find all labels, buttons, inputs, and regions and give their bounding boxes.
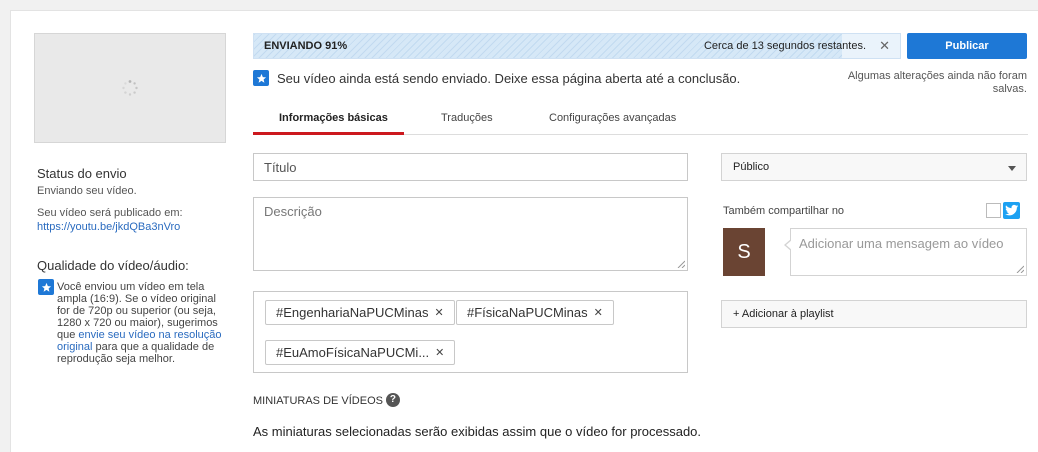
- upload-progress-bar: ENVIANDO 91% Cerca de 13 segundos restan…: [253, 33, 901, 59]
- share-message-input[interactable]: Adicionar uma mensagem ao vídeo: [790, 228, 1027, 276]
- upload-status-title: Status do envio: [37, 166, 127, 181]
- upload-card: Status do envio Enviando seu vídeo. Seu …: [10, 10, 1038, 452]
- title-input[interactable]: Título: [253, 153, 688, 181]
- speech-bubble-tail-inner: [786, 240, 792, 250]
- quality-title: Qualidade do vídeo/áudio:: [37, 258, 189, 273]
- description-placeholder: Descrição: [264, 204, 322, 219]
- tag-chip: #EngenhariaNaPUCMinas ✕: [265, 300, 455, 325]
- star-icon: [253, 70, 269, 86]
- upload-info-message: Seu vídeo ainda está sendo enviado. Deix…: [277, 71, 741, 86]
- thumbnails-section-title: MINIATURAS DE VÍDEOS ?: [253, 392, 400, 407]
- upload-progress-label: ENVIANDO 91%: [264, 40, 348, 52]
- tags-input[interactable]: #EngenhariaNaPUCMinas ✕ #FísicaNaPUCMinas…: [253, 291, 688, 373]
- star-icon: [38, 279, 54, 295]
- privacy-select[interactable]: Público: [721, 153, 1027, 181]
- add-to-playlist-button[interactable]: + Adicionar à playlist: [721, 300, 1027, 328]
- thumbnails-description: As miniaturas selecionadas serão exibida…: [253, 424, 702, 439]
- share-twitter-checkbox[interactable]: [986, 203, 1001, 218]
- tag-chip: #EuAmoFísicaNaPUCMi... ✕: [265, 340, 456, 365]
- tab-translations[interactable]: Traduções: [441, 112, 493, 124]
- privacy-value: Público: [733, 161, 770, 173]
- remove-tag-icon[interactable]: ✕: [594, 306, 603, 319]
- publish-at-label: Seu vídeo será publicado em:: [37, 207, 183, 219]
- twitter-icon[interactable]: [1003, 202, 1020, 219]
- description-textarea[interactable]: Descrição: [253, 197, 688, 271]
- resize-handle-icon[interactable]: [677, 260, 685, 268]
- quality-advice-text: Você enviou um vídeo em tela ampla (16:9…: [57, 281, 222, 365]
- video-url-link[interactable]: https://youtu.be/jkdQBa3nVro: [37, 221, 180, 233]
- details-tabs: Informações básicas Traduções Configuraç…: [253, 109, 1028, 135]
- cancel-upload-close-icon[interactable]: ✕: [879, 38, 890, 54]
- loading-spinner-icon: [122, 80, 138, 96]
- chevron-down-icon: [1008, 166, 1016, 171]
- avatar: S: [723, 228, 765, 276]
- upload-status-text: Enviando seu vídeo.: [37, 185, 137, 197]
- tab-advanced-settings[interactable]: Configurações avançadas: [549, 112, 676, 124]
- unsaved-changes-notice: Algumas alterações ainda não foram salva…: [847, 70, 1027, 95]
- remove-tag-icon[interactable]: ✕: [434, 306, 443, 319]
- share-label: Também compartilhar no: [723, 205, 845, 217]
- resize-handle-icon[interactable]: [1016, 265, 1024, 273]
- help-icon[interactable]: ?: [385, 392, 400, 407]
- video-thumbnail-placeholder: [34, 33, 226, 143]
- time-remaining: Cerca de 13 segundos restantes.: [703, 40, 866, 52]
- share-message-placeholder: Adicionar uma mensagem ao vídeo: [799, 236, 1004, 251]
- publish-button[interactable]: Publicar: [907, 33, 1027, 59]
- tab-basic-info[interactable]: Informações básicas: [279, 112, 388, 124]
- tag-chip: #FísicaNaPUCMinas ✕: [456, 300, 614, 325]
- remove-tag-icon[interactable]: ✕: [435, 346, 444, 359]
- active-tab-indicator: [253, 132, 404, 135]
